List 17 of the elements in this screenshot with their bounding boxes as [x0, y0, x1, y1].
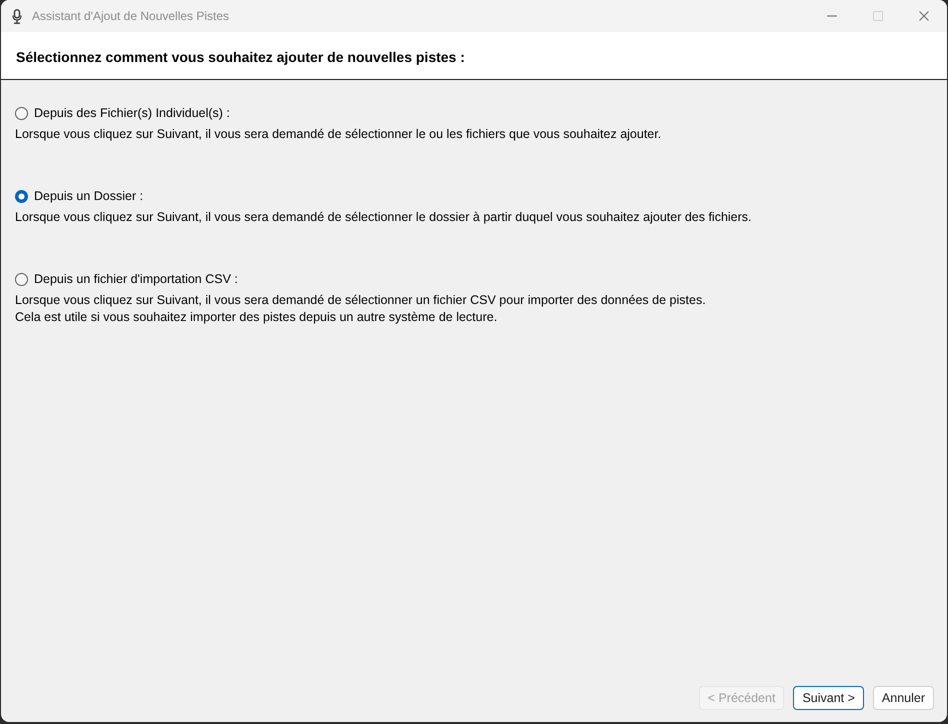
option-description: Lorsque vous cliquez sur Suivant, il vous sera demandé de sélectionner le ou les fichiers que vous souhaitez ajouter.: [15, 126, 662, 143]
dialog-button[interactable]: Annuler: [872, 686, 934, 710]
option-description: Lorsque vous cliquez sur Suivant, il vous sera demandé de sélectionner un fichier CSV pour importer des données de pistes.: [15, 292, 707, 309]
option-label[interactable]: Depuis des Fichier(s) Individuel(s) :: [34, 105, 230, 122]
option-description: Cela est utile si vous souhaitez importer des pistes depuis un autre système de lecture.: [15, 309, 498, 326]
window-title: Assistant d'Ajout de Nouvelles Pistes: [32, 8, 230, 25]
radio-button[interactable]: [15, 273, 28, 286]
option-label[interactable]: Depuis un fichier d'importation CSV :: [34, 271, 238, 288]
option-label[interactable]: Depuis un Dossier :: [34, 188, 144, 205]
radio-button[interactable]: [15, 190, 28, 203]
close-icon: [919, 11, 929, 21]
option-description: Lorsque vous cliquez sur Suivant, il vous sera demandé de sélectionner le dossier à partir duquel vous souhaitez ajouter des fichiers.: [15, 209, 753, 226]
radio-button[interactable]: [15, 107, 28, 120]
maximize-icon: [873, 11, 883, 21]
page-heading: Sélectionnez comment vous souhaitez ajouter de nouvelles pistes :: [16, 48, 465, 67]
dialog-button[interactable]: Suivant >: [793, 686, 864, 710]
microphone-icon: [12, 8, 22, 24]
